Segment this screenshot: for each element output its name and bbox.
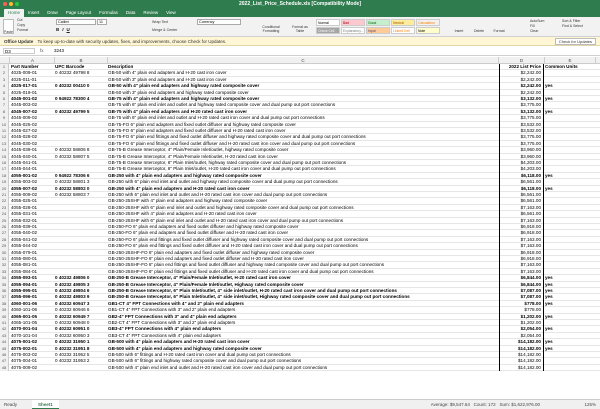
cell-styles-gallery: Normal Bad Good Neutral Calculation Check Cel… bbox=[316, 19, 440, 34]
delete-cells-button[interactable]: Delete bbox=[472, 19, 486, 34]
formula-input[interactable]: 3243 bbox=[54, 46, 64, 56]
format-painter-button[interactable]: Format bbox=[17, 28, 28, 33]
selection-stats: Average: $9,547.64 Count: 172 Sum: $1,62… bbox=[431, 400, 540, 409]
italic-button[interactable]: I bbox=[62, 27, 63, 32]
format-cells-button[interactable]: Format bbox=[492, 19, 506, 34]
alignment-group: Wrap Text Merge & Center bbox=[122, 19, 182, 34]
cells-group: Insert Delete Format bbox=[452, 19, 506, 34]
sheet-tab[interactable]: Sheet1 bbox=[32, 400, 59, 409]
underline-button[interactable]: U bbox=[67, 27, 70, 32]
cell-style-input[interactable]: Input bbox=[366, 27, 390, 34]
tab-draw[interactable]: Draw bbox=[43, 9, 62, 17]
cell-style-explanatory[interactable]: Explanatory... bbox=[341, 27, 365, 34]
cell-d[interactable]: $14,182.00 bbox=[499, 364, 544, 372]
conditional-formatting-button[interactable]: Conditional Formatting bbox=[258, 25, 284, 33]
column-header-c[interactable]: C bbox=[108, 57, 499, 64]
font-size-select[interactable]: 11 bbox=[97, 19, 107, 25]
window-title: 2022_List_Price_Schedule.xls [Compatibil… bbox=[239, 1, 361, 7]
count-stat: Count: 172 bbox=[473, 402, 496, 407]
tab-data[interactable]: Data bbox=[122, 9, 140, 17]
number-format-select[interactable]: Currency bbox=[197, 19, 241, 25]
sum-stat: Sum: $1,622,976.00 bbox=[499, 402, 540, 407]
find-select-button[interactable]: Find & Select bbox=[562, 24, 583, 29]
column-header-a[interactable]: A bbox=[11, 57, 55, 64]
cell-style-bad[interactable]: Bad bbox=[341, 19, 365, 26]
select-all-corner[interactable] bbox=[0, 57, 10, 64]
cell-style-note[interactable]: Note bbox=[416, 27, 440, 34]
cell-style-calculation[interactable]: Calculation bbox=[416, 19, 440, 26]
row-number[interactable]: 48 bbox=[0, 364, 9, 372]
formula-bar: D3 fx 3243 bbox=[0, 46, 600, 56]
insert-cells-button[interactable]: Insert bbox=[452, 19, 466, 34]
title-bar: 2022_List_Price_Schedule.xls [Compatibil… bbox=[0, 0, 600, 9]
column-header-b[interactable]: B bbox=[55, 57, 108, 64]
column-headers: ABCDE bbox=[0, 57, 600, 64]
cell-style-neutral[interactable]: Neutral bbox=[391, 19, 415, 26]
cell-e[interactable] bbox=[545, 365, 595, 371]
cell-style-linked-cell[interactable]: Linked Cell bbox=[391, 27, 415, 34]
cell-b[interactable] bbox=[55, 365, 107, 371]
column-header-e[interactable]: E bbox=[545, 57, 596, 64]
bold-button[interactable]: B bbox=[56, 27, 59, 32]
clipboard-group: Cut Copy Format bbox=[17, 18, 28, 33]
message-text: To keep up-to-date with security updates… bbox=[37, 39, 227, 44]
tab-page-layout[interactable]: Page Layout bbox=[62, 9, 95, 17]
paste-label: Paste bbox=[4, 30, 13, 34]
cell-a[interactable]: 4075-009-02 bbox=[11, 365, 54, 371]
font-name-select[interactable]: Calibri bbox=[56, 19, 96, 25]
worksheet-grid[interactable]: ABCDE 1 Part Number UPC Barcode Description… bbox=[0, 57, 600, 399]
editing-group: AutoSum Fill Clear Sort & Filter Find & … bbox=[530, 19, 598, 34]
table-row: 48 4075-009-02 GB-500 with 4" plain end in… bbox=[0, 364, 600, 372]
paste-button[interactable]: Paste bbox=[3, 19, 14, 34]
message-title: Office Update bbox=[4, 39, 34, 44]
tab-review[interactable]: Review bbox=[139, 9, 162, 17]
cell-style-normal[interactable]: Normal bbox=[316, 19, 340, 26]
zoom-level[interactable]: 125% bbox=[584, 400, 596, 409]
merge-center-button[interactable]: Merge & Center bbox=[152, 28, 177, 32]
clear-button[interactable]: Clear bbox=[530, 29, 598, 34]
cell-style-check-cell[interactable]: Check Cell bbox=[316, 27, 340, 34]
ribbon-tabs: Home Insert Draw Page Layout Formulas Data Rev… bbox=[0, 9, 600, 17]
status-bar: Ready Sheet1 Average: $9,547.64 Count: 1… bbox=[0, 399, 600, 409]
tab-insert[interactable]: Insert bbox=[24, 9, 43, 17]
fx-icon[interactable]: fx bbox=[40, 46, 44, 56]
cell-style-good[interactable]: Good bbox=[366, 19, 390, 26]
average-stat: Average: $9,547.64 bbox=[430, 402, 470, 407]
name-box[interactable]: D3 bbox=[3, 48, 35, 54]
tab-formulas[interactable]: Formulas bbox=[95, 9, 122, 17]
format-as-table-button[interactable]: Format as Table bbox=[288, 25, 312, 33]
tab-view[interactable]: View bbox=[162, 9, 180, 17]
font-format-group: B I U bbox=[56, 27, 70, 32]
cell-c[interactable]: GB-500 with 4" plain end inlet and outle… bbox=[108, 365, 498, 371]
column-header-d[interactable]: D bbox=[499, 57, 545, 64]
ribbon-home: Paste Cut Copy Format Calibri 11 B I U W… bbox=[0, 17, 600, 37]
ready-status: Ready bbox=[4, 402, 18, 407]
wrap-text-button[interactable]: Wrap Text bbox=[152, 20, 168, 24]
check-for-updates-button[interactable]: Check for Updates bbox=[554, 38, 596, 45]
tab-home[interactable]: Home bbox=[4, 9, 25, 17]
excel-window: 2022_List_Price_Schedule.xls [Compatibil… bbox=[0, 0, 600, 409]
update-message-bar: Office Update To keep up-to-date with se… bbox=[0, 37, 600, 46]
